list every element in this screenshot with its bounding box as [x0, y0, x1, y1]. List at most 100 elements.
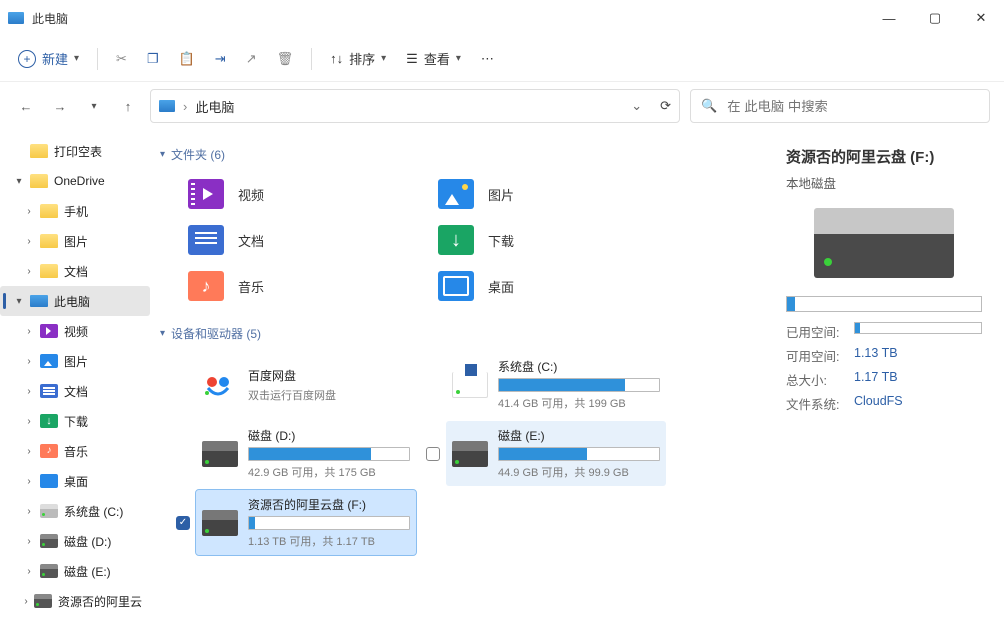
folders-group-header[interactable]: ▾ 文件夹 (6): [160, 142, 754, 173]
sidebar-item[interactable]: ▾ OneDrive: [0, 166, 150, 196]
sidebar-item[interactable]: › 下载: [0, 406, 150, 436]
expand-icon[interactable]: ›: [24, 266, 34, 277]
video-icon: [188, 179, 224, 209]
expand-icon[interactable]: ›: [24, 326, 34, 337]
folder-label: 图片: [488, 185, 514, 204]
expand-icon[interactable]: ›: [24, 506, 34, 517]
sidebar-item[interactable]: › 手机: [0, 196, 150, 226]
folder-item[interactable]: 下载: [434, 219, 674, 261]
details-key: 可用空间:: [786, 346, 842, 365]
sidebar-item-label: 手机: [64, 203, 88, 220]
cut-button[interactable]: ✂: [108, 43, 135, 75]
recent-button[interactable]: ▾: [82, 94, 106, 118]
sidebar-item[interactable]: › 音乐: [0, 436, 150, 466]
folder-label: 文档: [238, 231, 264, 250]
expand-icon[interactable]: ›: [24, 536, 34, 547]
up-button[interactable]: ↑: [116, 94, 140, 118]
rename-button[interactable]: ⇥: [207, 43, 234, 75]
drives-group-header[interactable]: ▾ 设备和驱动器 (5): [160, 321, 754, 352]
video-icon: [40, 324, 58, 338]
search-bar[interactable]: 🔍: [690, 89, 990, 123]
folder-item[interactable]: 文档: [184, 219, 424, 261]
details-key: 文件系统:: [786, 394, 842, 413]
expand-icon[interactable]: ›: [24, 596, 28, 607]
expand-icon[interactable]: ›: [24, 446, 34, 457]
details-pane: 资源否的阿里云盘 (F:) 本地磁盘 已用空间:可用空间:1.13 TB总大小:…: [764, 130, 1004, 626]
share-button[interactable]: ↗: [238, 43, 265, 75]
sidebar-item[interactable]: › 图片: [0, 346, 150, 376]
sidebar-item-label: 此电脑: [54, 293, 90, 310]
sidebar-item-label: 下载: [64, 413, 88, 430]
drive-checkbox[interactable]: [426, 447, 440, 461]
folder-item[interactable]: 图片: [434, 173, 674, 215]
details-row: 文件系统:CloudFS: [786, 394, 982, 413]
expand-icon[interactable]: ›: [24, 236, 34, 247]
copy-button[interactable]: ❐: [139, 43, 167, 75]
sidebar-item-label: 视频: [64, 323, 88, 340]
sidebar-item-label: 桌面: [64, 473, 88, 490]
expand-icon[interactable]: ›: [24, 386, 34, 397]
sidebar-item[interactable]: › 文档: [0, 256, 150, 286]
maximize-button[interactable]: ▢: [912, 0, 958, 36]
sidebar-item[interactable]: › 磁盘 (D:): [0, 526, 150, 556]
drive-sub: 42.9 GB 可用，共 175 GB: [248, 464, 410, 480]
details-row: 可用空间:1.13 TB: [786, 346, 982, 365]
sidebar[interactable]: › 打印空表▾ OneDrive› 手机› 图片› 文档▾ 此电脑› 视频› 图…: [0, 130, 150, 626]
drive-item[interactable]: 百度网盘 双击运行百度网盘: [196, 361, 416, 409]
sidebar-item[interactable]: › 桌面: [0, 466, 150, 496]
search-icon: 🔍: [701, 98, 717, 114]
drive-cell: 磁盘 (E:) 44.9 GB 可用，共 99.9 GB: [426, 421, 666, 486]
new-button[interactable]: + 新建 ▾: [10, 43, 87, 75]
sidebar-item[interactable]: ▾ 此电脑: [0, 286, 150, 316]
sidebar-item[interactable]: › 图片: [0, 226, 150, 256]
delete-button[interactable]: 🗑: [269, 43, 302, 75]
address-path: 此电脑: [195, 97, 234, 116]
drive-item[interactable]: 磁盘 (E:) 44.9 GB 可用，共 99.9 GB: [446, 421, 666, 486]
sort-button[interactable]: ↑↓ 排序 ▾: [322, 43, 394, 75]
close-button[interactable]: ✕: [958, 0, 1004, 36]
sidebar-item[interactable]: › 系统盘 (C:): [0, 496, 150, 526]
folder-item[interactable]: 音乐: [184, 265, 424, 307]
forward-button[interactable]: →: [48, 94, 72, 118]
sidebar-item[interactable]: › 视频: [0, 316, 150, 346]
sidebar-item-label: 磁盘 (E:): [64, 563, 111, 580]
search-input[interactable]: [727, 99, 979, 114]
usage-bar: [498, 378, 660, 392]
more-button[interactable]: ⋯: [473, 43, 502, 75]
minimize-button[interactable]: —: [866, 0, 912, 36]
refresh-button[interactable]: ⟳: [660, 98, 671, 114]
drive-icon: [40, 504, 58, 518]
sidebar-item-label: 系统盘 (C:): [64, 503, 123, 520]
copy-icon: ❐: [147, 51, 159, 67]
drive-cell: 百度网盘 双击运行百度网盘: [176, 352, 416, 417]
doc-icon: [188, 225, 224, 255]
expand-icon[interactable]: ▾: [14, 296, 24, 307]
drive-item[interactable]: 磁盘 (D:) 42.9 GB 可用，共 175 GB: [196, 421, 416, 486]
sidebar-item-label: 文档: [64, 383, 88, 400]
drive-checkbox[interactable]: ✓: [176, 516, 190, 530]
back-button[interactable]: ←: [14, 94, 38, 118]
expand-icon[interactable]: ›: [24, 356, 34, 367]
chevron-down-icon[interactable]: ⌄: [631, 98, 642, 114]
expand-icon[interactable]: ›: [24, 416, 34, 427]
sidebar-item[interactable]: › 打印空表: [0, 136, 150, 166]
address-bar[interactable]: › 此电脑 ⌄ ⟳: [150, 89, 680, 123]
drive-item[interactable]: 系统盘 (C:) 41.4 GB 可用，共 199 GB: [446, 352, 666, 417]
sidebar-item-label: 文档: [64, 263, 88, 280]
expand-icon[interactable]: ›: [24, 566, 34, 577]
expand-icon[interactable]: ›: [24, 206, 34, 217]
folder-item[interactable]: 视频: [184, 173, 424, 215]
drive-cell: 磁盘 (D:) 42.9 GB 可用，共 175 GB: [176, 421, 416, 486]
drive-item[interactable]: 资源否的阿里云盘 (F:) 1.13 TB 可用，共 1.17 TB: [196, 490, 416, 555]
sidebar-item[interactable]: › 资源否的阿里云: [0, 586, 150, 616]
sidebar-item[interactable]: › 文档: [0, 376, 150, 406]
expand-icon[interactable]: ▾: [14, 176, 24, 187]
dl-icon: [40, 414, 58, 428]
folder-item[interactable]: 桌面: [434, 265, 674, 307]
rename-icon: ⇥: [215, 51, 226, 67]
paste-button[interactable]: 📋: [171, 43, 203, 75]
drive-name: 百度网盘: [248, 367, 410, 384]
sidebar-item[interactable]: › 磁盘 (E:): [0, 556, 150, 586]
view-button[interactable]: ☰ 查看 ▾: [398, 43, 469, 75]
expand-icon[interactable]: ›: [24, 476, 34, 487]
